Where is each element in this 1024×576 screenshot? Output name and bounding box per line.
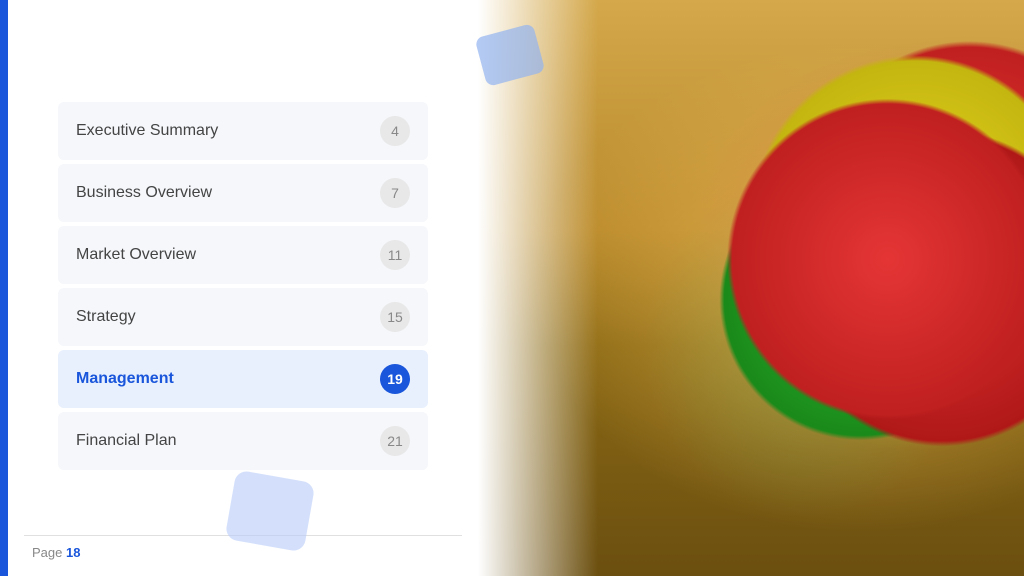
toc-item-label: Market Overview <box>76 246 196 264</box>
toc-item-financial-plan[interactable]: Financial Plan 21 <box>58 412 428 470</box>
toc-item-management[interactable]: Management 19 <box>58 350 428 408</box>
current-page-number: 18 <box>66 545 80 560</box>
image-fade-overlay <box>478 0 598 576</box>
toc-item-label: Executive Summary <box>76 122 218 140</box>
toc-item-label: Financial Plan <box>76 432 177 450</box>
right-image-panel <box>478 0 1024 576</box>
left-accent-bar <box>0 0 8 576</box>
page-label-text: Page <box>32 545 66 560</box>
toc-item-page: 21 <box>380 426 410 456</box>
toc-item-label: Business Overview <box>76 184 212 202</box>
toc-item-label: Management <box>76 370 174 388</box>
toc-item-strategy[interactable]: Strategy 15 <box>58 288 428 346</box>
toc-item-page: 4 <box>380 116 410 146</box>
toc-item-market-overview[interactable]: Market Overview 11 <box>58 226 428 284</box>
page-container: Executive Summary 4 Business Overview 7 Mark… <box>0 0 1024 576</box>
toc-list: Executive Summary 4 Business Overview 7 Mark… <box>58 102 428 474</box>
page-number-label: Page 18 <box>32 545 80 560</box>
toc-item-page: 7 <box>380 178 410 208</box>
toc-item-business-overview[interactable]: Business Overview 7 <box>58 164 428 222</box>
decorative-shape-bottom <box>225 470 316 553</box>
toc-item-executive-summary[interactable]: Executive Summary 4 <box>58 102 428 160</box>
toc-item-page: 11 <box>380 240 410 270</box>
toc-item-label: Strategy <box>76 308 136 326</box>
toc-item-page: 15 <box>380 302 410 332</box>
toc-item-page: 19 <box>380 364 410 394</box>
